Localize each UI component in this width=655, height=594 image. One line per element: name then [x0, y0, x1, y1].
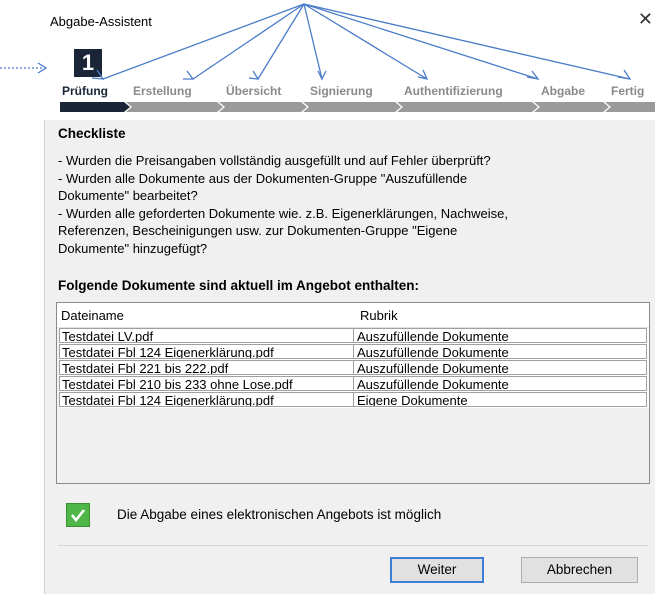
progress-segment [126, 102, 223, 112]
table-header: Dateiname Rubrik [57, 303, 649, 328]
cell-rubrik: Auszufüllende Dokumente [353, 360, 647, 375]
step-erstellung: Erstellung [133, 84, 192, 98]
close-icon[interactable]: ✕ [638, 10, 653, 28]
documents-heading: Folgende Dokumente sind aktuell im Angeb… [58, 278, 420, 293]
progress-segment [605, 102, 655, 112]
cell-filename: Testdatei Fbl 221 bis 222.pdf [59, 360, 353, 375]
documents-table[interactable]: Dateiname Rubrik Testdatei LV.pdf Auszuf… [56, 302, 650, 484]
progress-segment [303, 102, 401, 112]
check-icon [66, 503, 90, 527]
cell-rubrik: Eigene Dokumente [353, 392, 647, 407]
column-header-rubrik[interactable]: Rubrik [360, 308, 398, 323]
checklist-heading: Checkliste [58, 126, 126, 141]
checklist-line: Dokumente" hinzugefügt? [58, 240, 208, 256]
table-row[interactable]: Testdatei LV.pdf Auszufüllende Dokumente [59, 328, 649, 344]
table-row[interactable]: Testdatei Fbl 124 Eigenerklärung.pdf Aus… [59, 344, 649, 360]
window-title: Abgabe-Assistent [50, 14, 152, 29]
checklist-line: - Wurden alle geforderten Dokumente wie.… [58, 205, 508, 221]
step-uebersicht: Übersicht [226, 84, 282, 98]
checklist-text: - Wurden die Preisangaben vollständig au… [58, 152, 638, 257]
step-signierung: Signierung [310, 84, 373, 98]
cell-filename: Testdatei Fbl 210 bis 233 ohne Lose.pdf [59, 376, 353, 391]
checklist-line: Referenzen, Bescheinigungen usw. zur Dok… [58, 223, 458, 238]
cell-rubrik: Auszufüllende Dokumente [353, 376, 647, 391]
divider [58, 545, 648, 546]
step-authentifizierung: Authentifizierung [404, 84, 503, 98]
step-progress-bar [60, 102, 655, 112]
progress-segment [219, 102, 307, 112]
checklist-line: Dokumente" bearbeitet? [58, 188, 198, 203]
table-row[interactable]: Testdatei Fbl 221 bis 222.pdf Auszufülle… [59, 360, 649, 376]
step-fertig: Fertig [611, 84, 645, 98]
checklist-line: - Wurden die Preisangaben vollständig au… [58, 153, 491, 168]
cancel-button[interactable]: Abbrechen [521, 557, 638, 583]
step-pruefung: Prüfung [62, 84, 108, 98]
cell-rubrik: Auszufüllende Dokumente [353, 328, 647, 343]
cell-filename: Testdatei Fbl 124 Eigenerklärung.pdf [59, 392, 353, 407]
column-header-filename[interactable]: Dateiname [61, 308, 124, 323]
cell-rubrik: Auszufüllende Dokumente [353, 344, 647, 359]
next-button[interactable]: Weiter [390, 557, 484, 583]
progress-segment-active [60, 102, 130, 112]
status-message: Die Abgabe eines elektronischen Angebots… [117, 507, 442, 522]
progress-segment [534, 102, 609, 112]
cell-filename: Testdatei Fbl 124 Eigenerklärung.pdf [59, 344, 353, 359]
current-step-number: 1 [74, 49, 102, 77]
table-row[interactable]: Testdatei Fbl 124 Eigenerklärung.pdf Eig… [59, 392, 649, 408]
checklist-line: - Wurden alle Dokumente aus der Dokument… [58, 170, 468, 186]
table-row[interactable]: Testdatei Fbl 210 bis 233 ohne Lose.pdf … [59, 376, 649, 392]
cell-filename: Testdatei LV.pdf [59, 328, 353, 343]
title-bar: Abgabe-Assistent ✕ [44, 0, 655, 42]
step-abgabe: Abgabe [541, 84, 586, 98]
progress-segment [397, 102, 538, 112]
